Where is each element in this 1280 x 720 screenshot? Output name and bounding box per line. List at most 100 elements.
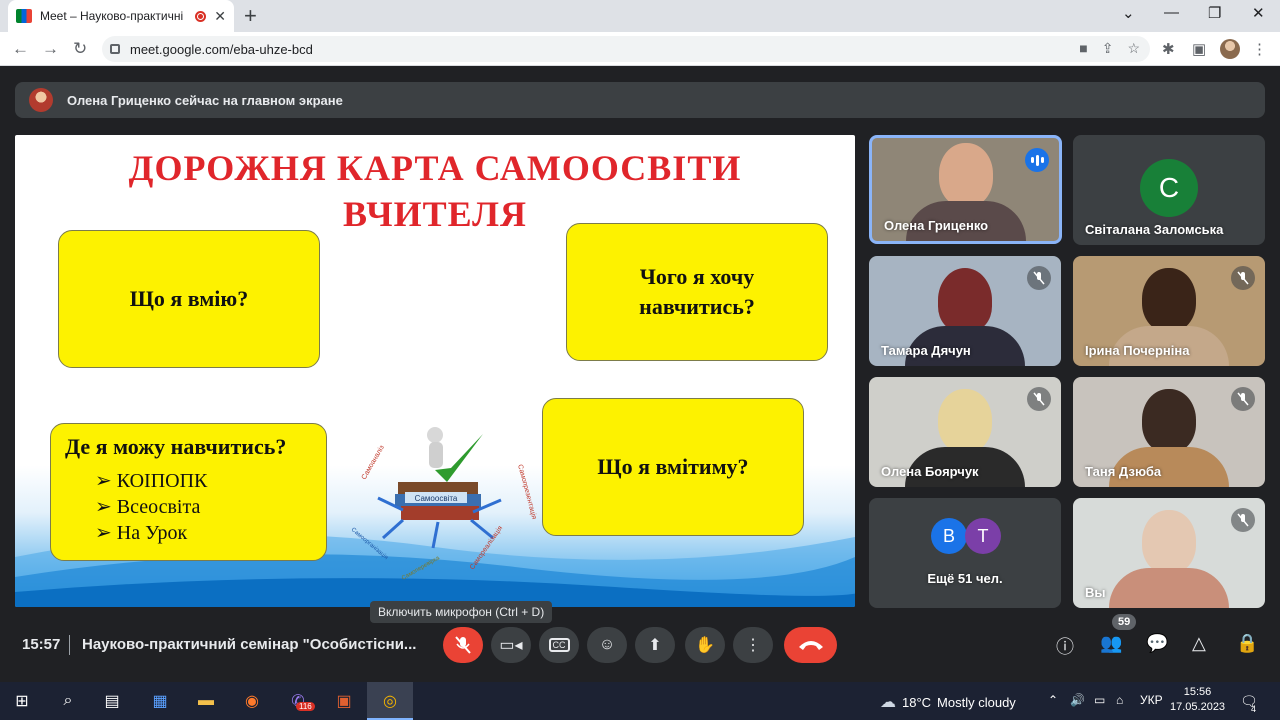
participant-avatar: С — [1140, 159, 1198, 217]
camera-indicator-icon[interactable]: ■ — [1079, 40, 1087, 57]
tab-close-button[interactable]: ✕ — [214, 8, 226, 25]
viber-badge: 116 — [296, 702, 315, 711]
hangup-phone-icon — [798, 641, 823, 650]
recording-icon — [195, 10, 207, 22]
extensions-icon[interactable]: ✱ — [1162, 40, 1175, 58]
mic-off-icon — [455, 636, 471, 654]
address-bar-row: ← → ↻ meet.google.com/eba-uhze-bcd ■ ⇪ ☆… — [0, 32, 1280, 66]
participant-tile[interactable]: Тамара Дячун — [869, 256, 1061, 366]
participant-tile[interactable]: С Світалана Заломська — [1073, 135, 1265, 245]
share-icon[interactable]: ⇪ — [1102, 40, 1114, 57]
cloud-icon: ☁ — [880, 694, 896, 711]
participant-name: Таня Дзюба — [1085, 464, 1162, 479]
participant-name: Ірина Почерніна — [1085, 343, 1190, 358]
presentation-app-icon[interactable]: ▣ — [332, 689, 356, 713]
mic-off-icon — [1027, 266, 1051, 290]
box-where-title: Де я можу навчитись? — [65, 434, 287, 459]
camera-icon: ▭◂ — [499, 637, 523, 654]
bookmark-star-icon[interactable]: ☆ — [1127, 40, 1140, 57]
self-education-diagram: Самоосвіта Самоаналіз Самоорганізація Са… — [350, 427, 538, 582]
participant-name: Олена Боярчук — [881, 464, 979, 479]
participant-name: Тамара Дячун — [881, 343, 971, 358]
participant-avatar: В — [931, 518, 967, 554]
mic-off-icon — [1231, 387, 1255, 411]
browser-tab-meet[interactable]: Meet – Науково-практичні ✕ — [8, 0, 234, 32]
url-field[interactable]: meet.google.com/eba-uhze-bcd ■ ⇪ ☆ — [102, 36, 1150, 62]
chat-icon[interactable]: 💬 — [1146, 633, 1168, 654]
captions-icon: CC — [548, 638, 570, 652]
close-window-button[interactable]: ✕ — [1252, 4, 1265, 22]
file-explorer-icon[interactable]: ▬ — [194, 689, 218, 713]
participants-count-badge: 59 — [1112, 614, 1137, 630]
meeting-time: 15:57 — [22, 636, 61, 653]
task-view-icon[interactable]: ▤ — [100, 689, 124, 713]
participant-tile[interactable]: Олена Гриценко — [869, 135, 1062, 244]
participant-name: Олена Гриценко — [884, 218, 989, 233]
store-icon[interactable]: ▦ — [148, 689, 172, 713]
volume-icon[interactable]: 🔊 — [1070, 693, 1085, 707]
maximize-button[interactable]: ❐ — [1208, 4, 1221, 22]
reload-icon[interactable]: ↻ — [73, 39, 87, 59]
tray-chevron-icon[interactable]: ⌃ — [1048, 693, 1058, 707]
new-tab-button[interactable]: + — [244, 5, 257, 27]
host-controls-icon[interactable]: 🔒 — [1236, 633, 1258, 654]
menu-kebab-icon[interactable]: ⋮ — [1252, 40, 1267, 58]
participant-name: Вы — [1085, 585, 1106, 600]
participant-avatar: Т — [965, 518, 1001, 554]
box-what-i-can: Що я вмію? — [58, 230, 320, 368]
participant-tile-others[interactable]: В Т Ещё 51 чел. — [869, 498, 1061, 608]
network-icon[interactable]: ⌂ — [1116, 693, 1123, 707]
radial-label: Самоорганізація — [350, 527, 389, 561]
minimize-button[interactable]: — — [1164, 4, 1179, 21]
participant-tile[interactable]: Олена Боярчук — [869, 377, 1061, 487]
participant-name: Світалана Заломська — [1085, 222, 1224, 237]
participant-tile[interactable]: Таня Дзюба — [1073, 377, 1265, 487]
people-icon[interactable]: 👥 — [1100, 633, 1122, 654]
radial-label: Самоперевірка — [401, 555, 441, 582]
box-where-learn: Де я можу навчитись? ➢ КОІПОПК ➢ Всеосві… — [50, 423, 327, 561]
more-options-button[interactable]: ⋮ — [733, 627, 773, 663]
mic-off-icon — [1027, 387, 1051, 411]
chrome-icon[interactable]: ◎ — [378, 689, 402, 713]
self-view-tile[interactable]: Вы — [1073, 498, 1265, 608]
mic-toggle-button[interactable] — [443, 627, 483, 663]
slide-title-line1: ДОРОЖНЯ КАРТА САМООСВІТИ — [128, 148, 742, 188]
language-indicator[interactable]: УКР — [1140, 693, 1163, 707]
system-clock[interactable]: 15:56 17.05.2023 — [1170, 685, 1225, 715]
lock-icon — [110, 44, 120, 54]
present-screen-button[interactable]: ⬆ — [635, 627, 675, 663]
browser-tabstrip: Meet – Науково-практичні ✕ + ⌄ — ❐ ✕ — [0, 0, 1280, 32]
raise-hand-button[interactable]: ✋ — [685, 627, 725, 663]
emoji-reaction-button[interactable]: ☺ — [587, 627, 627, 663]
presenting-text: Олена Гриценко сейчас на главном экране — [67, 92, 343, 108]
side-panel-icon[interactable]: ▣ — [1192, 40, 1206, 58]
battery-icon[interactable]: ▭ — [1094, 693, 1105, 707]
box-what-i-want: Чого я хочу навчитись? — [566, 223, 828, 361]
firefox-icon[interactable]: ◉ — [240, 689, 264, 713]
forward-icon[interactable]: → — [42, 39, 59, 59]
mic-tooltip: Включить микрофон (Ctrl + D) — [370, 601, 553, 623]
windows-start-icon[interactable]: ⊞ — [10, 689, 34, 713]
list-item: ➢ На Урок — [95, 522, 188, 544]
captions-button[interactable]: CC — [539, 627, 579, 663]
camera-toggle-button[interactable]: ▭◂ — [491, 627, 531, 663]
leave-call-button[interactable] — [784, 627, 837, 663]
weather-widget[interactable]: ☁ 18°C Mostly cloudy — [880, 692, 1016, 712]
presenting-banner: Олена Гриценко сейчас на главном экране — [15, 82, 1265, 118]
kebab-icon: ⋮ — [745, 637, 761, 654]
participant-tile[interactable]: Ірина Почерніна — [1073, 256, 1265, 366]
list-item: ➢ КОІПОПК — [95, 470, 208, 492]
divider — [69, 635, 70, 655]
speaking-indicator-icon — [1025, 148, 1049, 172]
profile-avatar[interactable] — [1220, 39, 1240, 59]
activities-icon[interactable]: △ — [1192, 633, 1206, 654]
tab-search-icon[interactable]: ⌄ — [1122, 4, 1135, 22]
back-icon[interactable]: ← — [12, 39, 29, 59]
weather-text: Mostly cloudy — [937, 694, 1016, 710]
emoji-icon: ☺ — [598, 636, 616, 653]
meeting-info-icon[interactable]: ⓘ — [1056, 633, 1074, 659]
center-label: Самоосвіта — [415, 494, 458, 503]
shared-screen-slide: ДОРОЖНЯ КАРТА САМООСВІТИ ВЧИТЕЛЯ Що я вм… — [15, 135, 855, 607]
search-icon[interactable]: ⌕ — [56, 689, 80, 713]
url-text: meet.google.com/eba-uhze-bcd — [130, 41, 313, 57]
